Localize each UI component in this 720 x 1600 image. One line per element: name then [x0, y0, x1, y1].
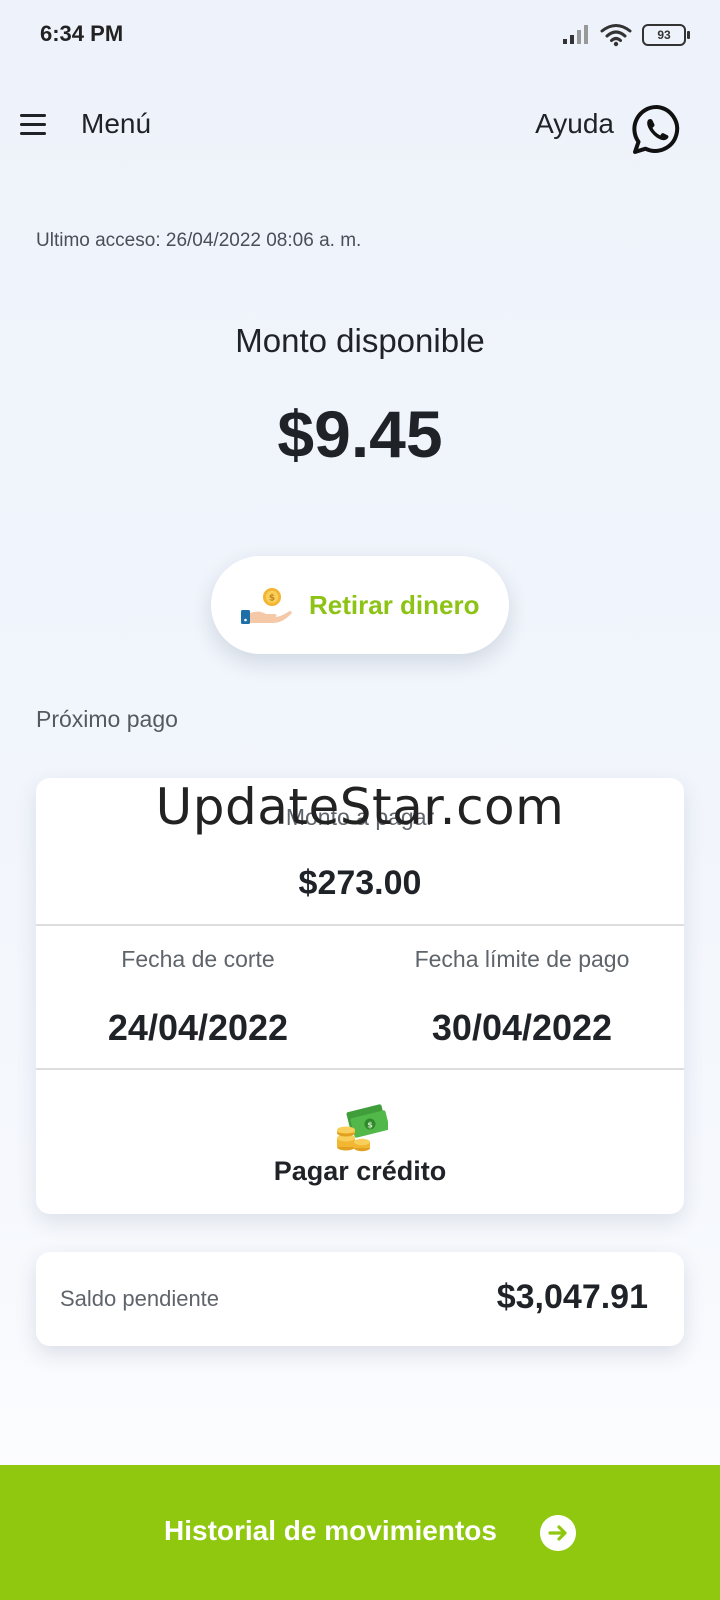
limit-date-column: Fecha límite de pago 30/04/2022 [360, 946, 684, 1049]
pay-credit-button[interactable]: $ Pagar crédito [36, 1094, 684, 1212]
limit-date-value: 30/04/2022 [431, 1007, 613, 1048]
arrow-right-icon [540, 1515, 576, 1551]
watermark-text: UpdateStar.com [155, 778, 565, 836]
withdraw-money-button[interactable]: $ Retirar dinero [211, 556, 509, 654]
status-icons: 93 [562, 22, 690, 48]
available-amount-label: Monto disponible [235, 322, 485, 359]
whatsapp-icon[interactable] [630, 103, 684, 157]
money-icon: $ [337, 1104, 388, 1152]
pending-balance-value: $3,047.91 [496, 1278, 648, 1316]
withdraw-money-label: Retirar dinero [309, 590, 480, 620]
battery-level: 93 [657, 28, 671, 42]
pending-balance-label: Saldo pendiente [60, 1286, 220, 1311]
signal-icon [563, 25, 588, 44]
amount-due-value: $273.00 [298, 864, 422, 902]
svg-text:$: $ [269, 594, 275, 604]
pay-credit-label: Pagar crédito [273, 1156, 447, 1186]
cut-date-value: 24/04/2022 [107, 1007, 289, 1048]
next-payment-card: Monto a pagar UpdateStar.com $273.00 Fec… [36, 778, 684, 1214]
available-amount-value: $9.45 [277, 397, 443, 471]
help-button[interactable]: Ayuda [535, 108, 614, 140]
cut-date-column: Fecha de corte 24/04/2022 [36, 946, 360, 1049]
hand-coin-icon: $ [241, 588, 292, 624]
divider [36, 1068, 684, 1070]
wifi-icon [600, 24, 632, 47]
limit-date-label: Fecha límite de pago [414, 946, 630, 972]
status-bar: 6:34 PM 93 [0, 0, 720, 70]
movement-history-button[interactable]: Historial de movimientos [0, 1465, 720, 1600]
battery-icon: 93 [642, 24, 690, 46]
status-time: 6:34 PM [40, 21, 124, 46]
pending-balance-card: Saldo pendiente $3,047.91 [36, 1252, 684, 1346]
last-access-text: Ultimo acceso: 26/04/2022 08:06 a. m. [36, 230, 362, 251]
movement-history-label: Historial de movimientos [164, 1515, 497, 1546]
divider [36, 924, 684, 926]
menu-icon[interactable] [20, 114, 46, 136]
cut-date-label: Fecha de corte [121, 946, 275, 972]
svg-text:$: $ [367, 1121, 373, 1130]
next-payment-heading: Próximo pago [36, 706, 178, 732]
menu-button[interactable]: Menú [81, 108, 151, 140]
